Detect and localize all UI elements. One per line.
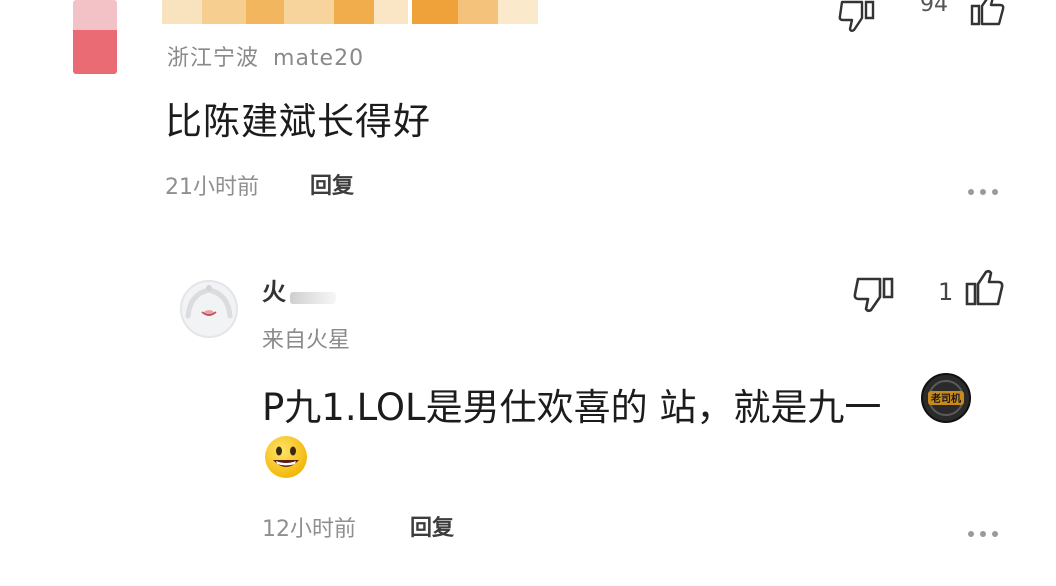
reply-button[interactable]: 回复 xyxy=(310,168,354,200)
emblem-text: 老司机 xyxy=(930,392,961,405)
comment-time: 12小时前 xyxy=(262,517,356,542)
avatar[interactable] xyxy=(73,0,117,74)
like-count: 1 xyxy=(938,278,954,306)
reply-button[interactable]: 回复 xyxy=(410,510,454,542)
username-mosaic xyxy=(162,0,542,26)
more-options-icon[interactable] xyxy=(966,528,1002,538)
comment-meta: 浙江宁波 mate20 xyxy=(167,40,364,72)
username[interactable]: 火 xyxy=(262,272,287,307)
dislike-icon[interactable] xyxy=(836,0,878,34)
location-text: 来自火星 xyxy=(262,328,351,353)
smile-emoji-icon xyxy=(263,434,309,480)
location-text: 浙江宁波 xyxy=(167,46,260,71)
dislike-icon[interactable] xyxy=(852,275,898,315)
like-count: 94 xyxy=(920,0,948,17)
avatar[interactable] xyxy=(178,278,240,340)
emblem-sticker-icon: 老司机 xyxy=(920,372,972,424)
like-icon[interactable] xyxy=(968,0,1008,26)
like-icon[interactable] xyxy=(963,268,1007,308)
comment-time: 21小时前 xyxy=(165,175,259,200)
device-text: mate20 xyxy=(273,46,365,71)
username-mosaic xyxy=(290,292,336,304)
comment-text: P九1.LOL是男仕欢喜的 站，就是九一 xyxy=(262,386,882,429)
more-options-icon[interactable] xyxy=(966,186,1002,196)
comment-text: 比陈建斌长得好 xyxy=(165,100,431,143)
